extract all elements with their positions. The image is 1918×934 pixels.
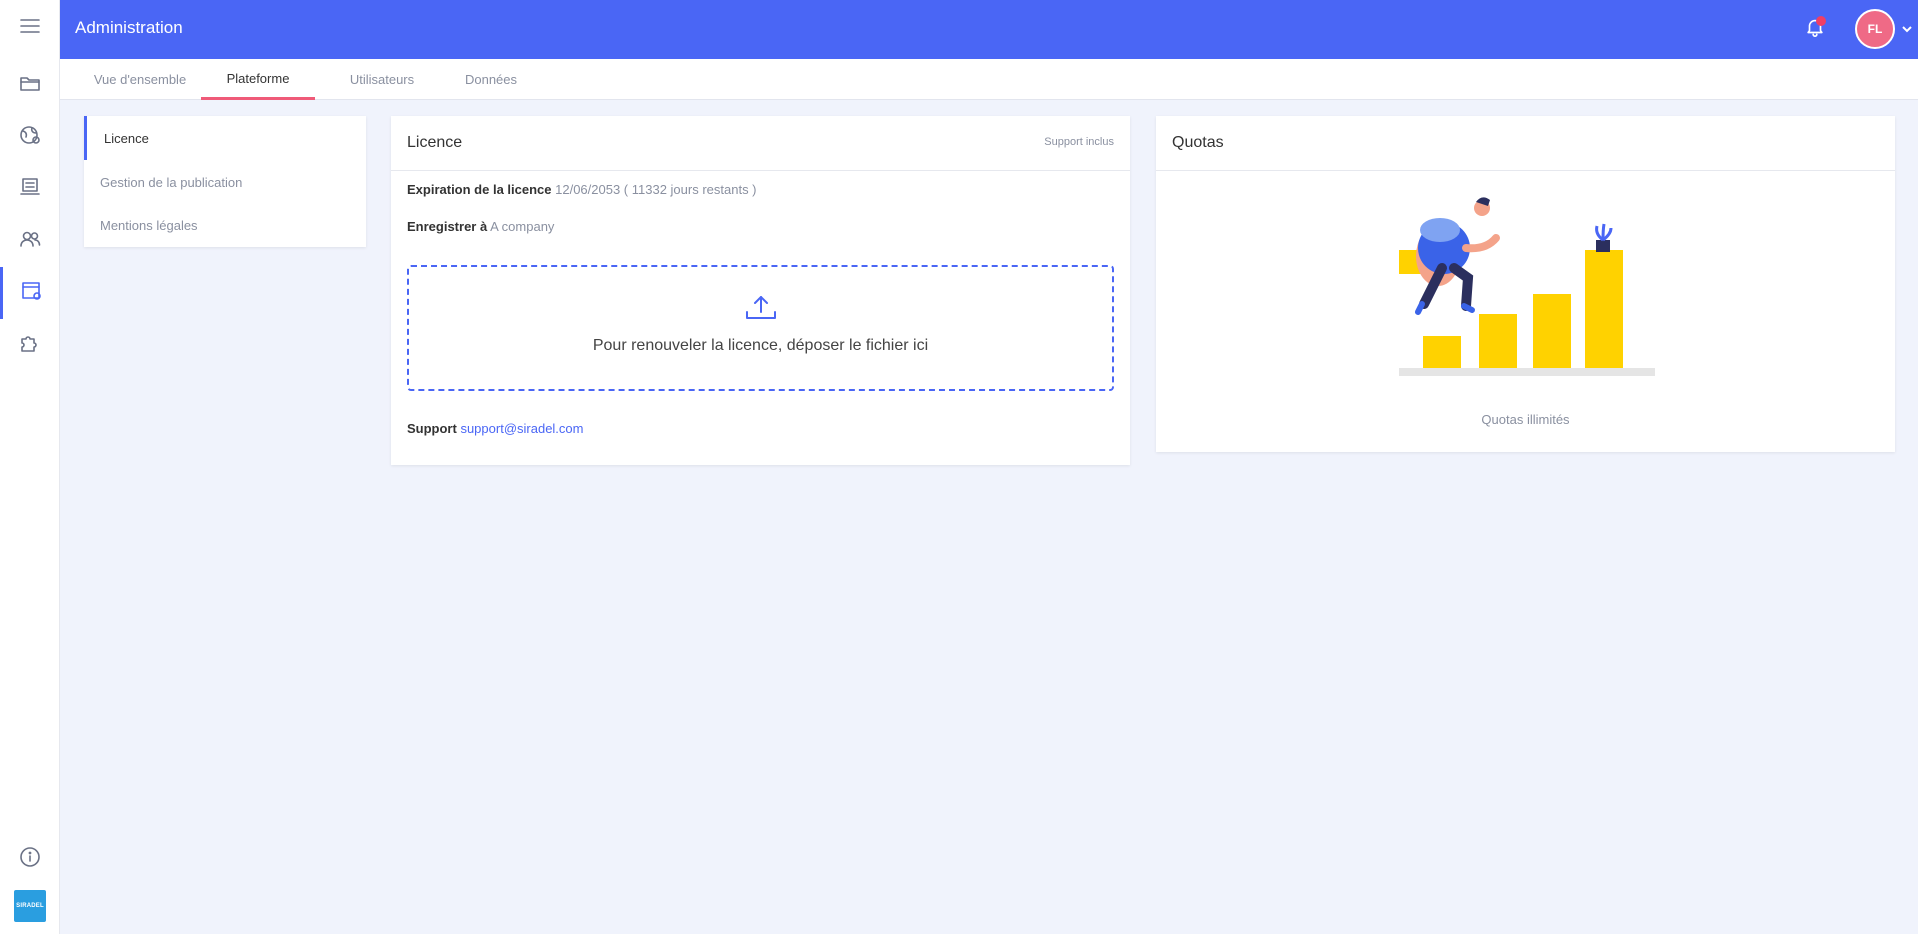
folder-icon (18, 71, 42, 100)
rail-item-projects[interactable] (0, 59, 60, 111)
platform-submenu: Licence Gestion de la publication Mentio… (84, 116, 366, 247)
info-icon (18, 845, 42, 874)
registered-label: Enregistrer à (407, 219, 488, 234)
expiration-label: Expiration de la licence (407, 182, 552, 197)
tab-bar: Vue d'ensemble Plateforme Utilisateurs D… (60, 59, 1918, 100)
header-bar: Administration FL (60, 0, 1918, 59)
support-badge: Support inclus (1044, 136, 1114, 148)
tab-overview[interactable]: Vue d'ensemble (75, 59, 205, 100)
registered-value: A company (490, 219, 555, 234)
puzzle-icon (18, 331, 42, 360)
rail-item-administration[interactable] (0, 267, 60, 319)
admin-settings-icon (20, 279, 44, 308)
hamburger-icon (18, 14, 42, 43)
menu-toggle-button[interactable] (0, 2, 60, 54)
licence-card-title: Licence (407, 134, 463, 151)
side-rail: SIRADEL (0, 0, 60, 934)
tab-data[interactable]: Données (441, 59, 541, 100)
user-avatar[interactable]: FL (1855, 9, 1895, 49)
info-button[interactable] (0, 833, 60, 885)
rail-item-maps[interactable] (0, 111, 60, 163)
page-title: Administration (75, 18, 183, 37)
quotas-card-header: Quotas (1156, 116, 1895, 171)
licence-dropzone[interactable]: Pour renouveler la licence, déposer le f… (407, 265, 1114, 391)
chevron-down-icon (1900, 23, 1914, 40)
support-row: Support support@siradel.com (407, 421, 583, 436)
submenu-item-publication[interactable]: Gestion de la publication (84, 160, 366, 204)
licence-card-header: Licence Support inclus (391, 116, 1130, 171)
support-email-link[interactable]: support@siradel.com (460, 421, 583, 436)
notifications-button[interactable] (1804, 16, 1830, 42)
submenu-item-licence[interactable]: Licence (84, 116, 366, 160)
user-menu-toggle[interactable] (1900, 22, 1914, 36)
rail-item-users[interactable] (0, 215, 60, 267)
quotas-card-title: Quotas (1172, 134, 1224, 151)
catalog-icon (18, 175, 42, 204)
licence-card: Licence Support inclus Expiration de la … (391, 116, 1130, 465)
rail-item-catalog[interactable] (0, 163, 60, 215)
submenu-item-legal[interactable]: Mentions légales (84, 203, 366, 247)
rail-item-extensions[interactable] (0, 319, 60, 371)
quotas-caption: Quotas illimités (1481, 412, 1570, 427)
globe-icon (18, 123, 42, 152)
quotas-card: Quotas Quotas illimités (1156, 116, 1895, 452)
growth-illustration (1396, 196, 1656, 376)
users-icon (18, 227, 42, 256)
notification-badge (1816, 16, 1826, 26)
support-label: Support (407, 421, 457, 436)
bell-icon (1804, 19, 1826, 42)
dropzone-text: Pour renouveler la licence, déposer le f… (592, 337, 929, 354)
tab-platform[interactable]: Plateforme (201, 59, 315, 100)
siradel-logo: SIRADEL (14, 890, 46, 922)
expiration-value: 12/06/2053 ( 11332 jours restants ) (555, 182, 757, 197)
tab-users[interactable]: Utilisateurs (332, 59, 432, 100)
expiration-row: Expiration de la licence 12/06/2053 ( 11… (407, 182, 757, 197)
registered-row: Enregistrer à A company (407, 219, 554, 234)
upload-icon (744, 293, 778, 323)
